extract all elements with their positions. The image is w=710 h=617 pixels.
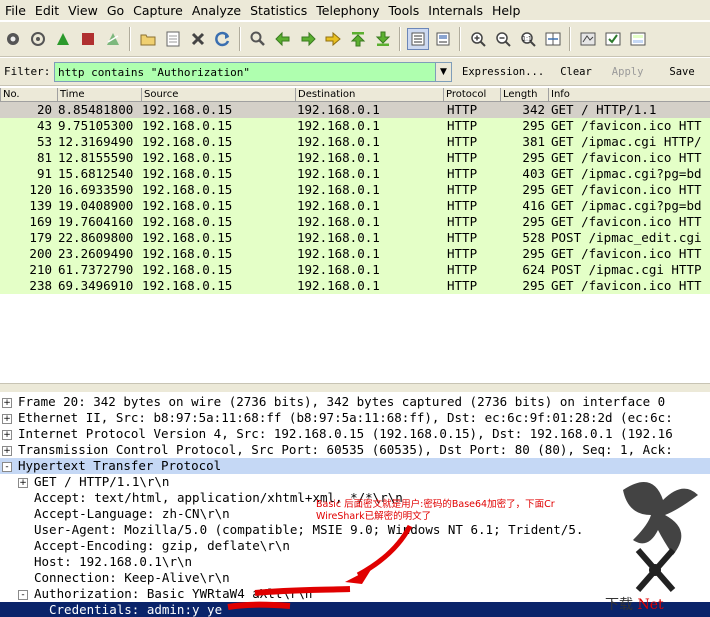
watermark-text-a: 下载 <box>605 597 633 613</box>
watermark-text-b: Net <box>637 597 664 613</box>
watermark-text: 下载 Net <box>605 594 664 614</box>
